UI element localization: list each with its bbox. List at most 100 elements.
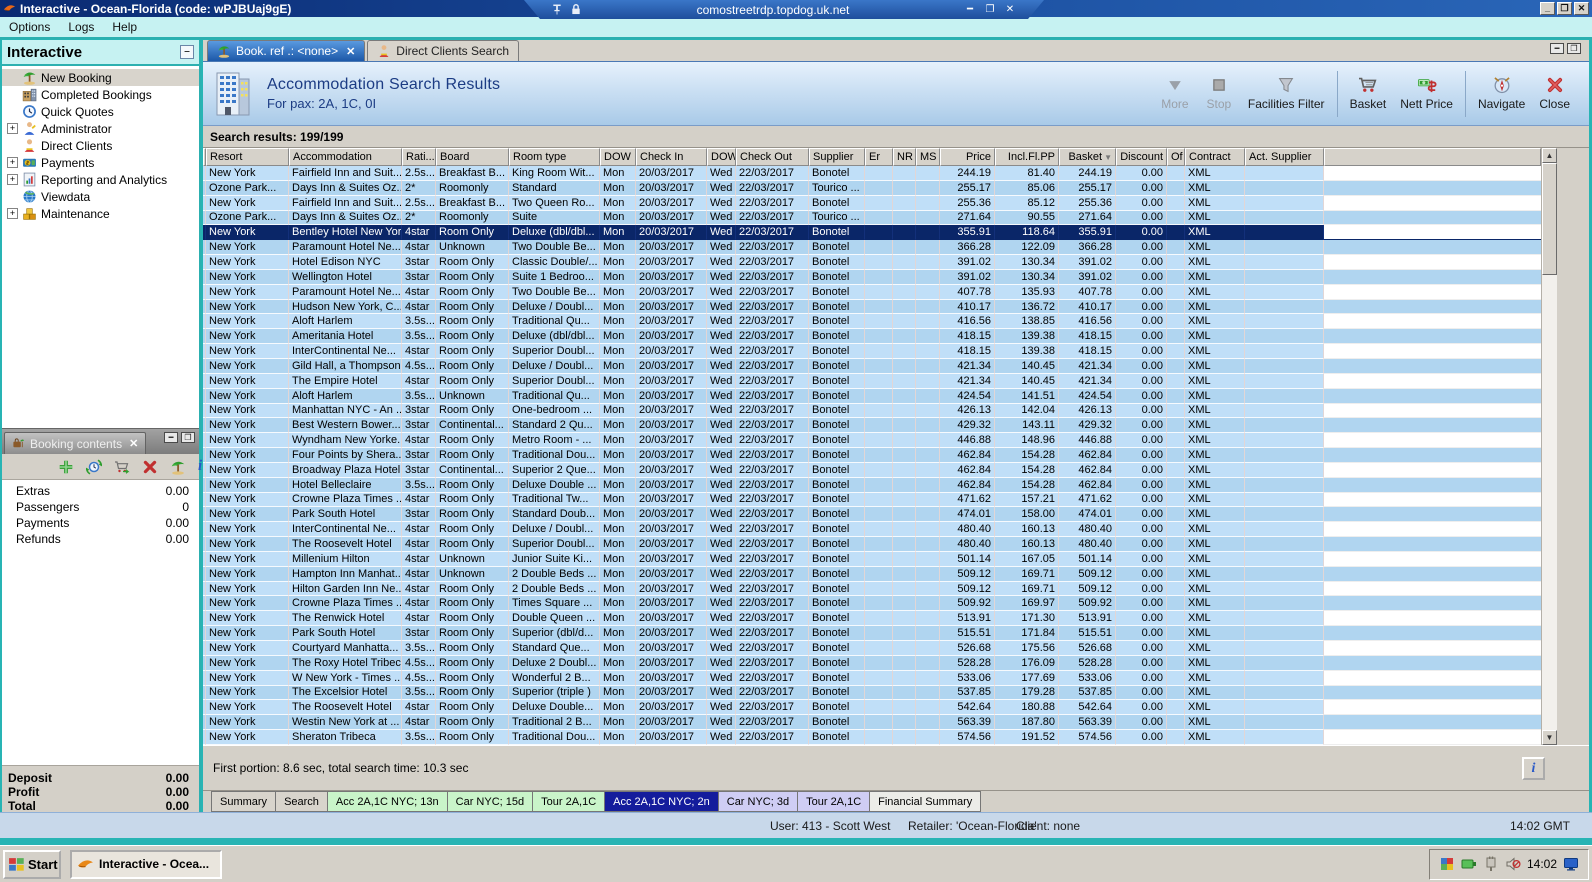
sidebar-item-reporting-and-analytics[interactable]: + Reporting and Analytics	[2, 171, 199, 188]
column-header-nr[interactable]: NR	[893, 148, 916, 166]
scroll-down-icon[interactable]: ▼	[1542, 730, 1557, 745]
table-row[interactable]: New York Paramount Hotel Ne... 4star Room O…	[203, 284, 1541, 300]
rdp-close-button[interactable]: ✕	[1002, 4, 1018, 15]
column-header-act-supplier[interactable]: Act. Supplier	[1245, 148, 1324, 166]
table-row[interactable]: New York Park South Hotel 3star Room Only St…	[203, 507, 1541, 523]
column-header-rati[interactable]: Rati...	[402, 148, 436, 166]
bottom-tab-financial-summary[interactable]: Financial Summary	[869, 791, 982, 812]
table-row[interactable]: New York The Excelsior Hotel 3.5s... Room O…	[203, 685, 1541, 701]
table-row[interactable]: New York Hotel Belleclaire 3.5s... Room Onl…	[203, 477, 1541, 493]
table-row[interactable]: New York The Roxy Hotel Tribeca 4.5s... Roo…	[203, 655, 1541, 671]
table-row[interactable]: New York Hudson New York, C... 4star Room O…	[203, 299, 1541, 315]
table-row[interactable]: New York Hilton Garden Inn Ne... 4star Room…	[203, 581, 1541, 597]
toolbar-nett-price-button[interactable]: Nett Price	[1393, 62, 1460, 125]
pin-icon[interactable]	[550, 3, 564, 16]
bottom-tab-acc-2a-1c-nyc-2n[interactable]: Acc 2A,1C NYC; 2n	[604, 791, 719, 812]
table-row[interactable]: New York Park South Hotel 3star Room Only Su…	[203, 626, 1541, 641]
table-row[interactable]: New York InterContinental Ne... 4star Room …	[203, 522, 1541, 538]
sidebar-item-quick-quotes[interactable]: Quick Quotes	[2, 103, 199, 120]
table-row[interactable]: New York Wyndham New Yorke... 4star Room On…	[203, 433, 1541, 449]
refresh-icon[interactable]	[86, 458, 102, 475]
tab-close-icon[interactable]: ✕	[346, 45, 355, 58]
column-header-er[interactable]: Er	[865, 148, 893, 166]
tab-book-ref-none[interactable]: Book. ref .: <none> ✕	[207, 40, 366, 61]
table-row[interactable]: New York Aloft Harlem 3.5s... Unknown Tradit…	[203, 388, 1541, 404]
column-header-accommodation[interactable]: Accommodation	[289, 148, 402, 166]
bottom-tab-tour-2a-1c[interactable]: Tour 2A,1C	[797, 791, 871, 812]
bottom-tab-car-nyc-15d[interactable]: Car NYC; 15d	[446, 791, 534, 812]
column-header-room-type[interactable]: Room type	[509, 148, 600, 166]
volume-muted-tray-icon[interactable]	[1505, 856, 1521, 872]
column-header-contract[interactable]: Contract	[1185, 148, 1245, 166]
hardware-tray-icon[interactable]	[1483, 856, 1499, 872]
antivirus-tray-icon[interactable]	[1439, 856, 1455, 872]
column-header-resort[interactable]: Resort	[206, 148, 289, 166]
column-header-dow[interactable]: DOW	[600, 148, 636, 166]
sidebar-item-new-booking[interactable]: New Booking	[2, 69, 199, 86]
column-header-price[interactable]: Price	[940, 148, 995, 166]
vertical-scrollbar[interactable]: ▲ ▼	[1541, 148, 1557, 745]
sidebar-item-maintenance[interactable]: + Maintenance	[2, 205, 199, 222]
table-row[interactable]: Ozone Park... Days Inn & Suites Oz... 2* Ro…	[203, 180, 1541, 196]
column-header-supplier[interactable]: Supplier	[809, 148, 865, 166]
start-button[interactable]: Start	[3, 849, 61, 879]
basket-move-icon[interactable]	[114, 459, 130, 475]
booking-contents-maximize-button[interactable]: ❐	[181, 432, 195, 443]
table-row[interactable]: New York Crowne Plaza Times ... 4star Room …	[203, 492, 1541, 508]
table-row[interactable]: New York Wellington Hotel 3star Room Only Su…	[203, 269, 1541, 285]
table-row[interactable]: New York The Empire Hotel 4star Room Only Su…	[203, 373, 1541, 389]
toolbar-basket-button[interactable]: Basket	[1343, 62, 1394, 125]
scroll-up-icon[interactable]: ▲	[1542, 148, 1557, 163]
sidebar-item-direct-clients[interactable]: Direct Clients	[2, 137, 199, 154]
toolbar-facilities-filter-button[interactable]: Facilities Filter	[1241, 62, 1332, 125]
expand-icon[interactable]: +	[7, 174, 18, 185]
toolbar-navigate-button[interactable]: Navigate	[1471, 62, 1532, 125]
sidebar-item-completed-bookings[interactable]: Completed Bookings	[2, 86, 199, 103]
menu-logs[interactable]: Logs	[59, 17, 103, 37]
table-row[interactable]: New York Courtyard Manhatta... 3.5s... Room…	[203, 641, 1541, 656]
bottom-tab-search[interactable]: Search	[275, 791, 328, 812]
panel-minimize-button[interactable]: ━	[1550, 43, 1564, 54]
menu-help[interactable]: Help	[103, 17, 146, 37]
table-row[interactable]: New York Crowne Plaza Times ... 4star Room …	[203, 596, 1541, 612]
bottom-tab-acc-2a-1c-nyc-13n[interactable]: Acc 2A,1C NYC; 13n	[326, 791, 448, 812]
tray-clock[interactable]: 14:02	[1527, 857, 1557, 871]
network-tray-icon[interactable]	[1461, 856, 1477, 872]
rdp-restore-button[interactable]: ❐	[982, 4, 998, 15]
table-row[interactable]: New York Four Points by Shera... 3star Room…	[203, 448, 1541, 463]
table-row[interactable]: New York Aloft Harlem 3.5s... Room Only Trad…	[203, 314, 1541, 330]
info-icon[interactable]: i	[198, 458, 202, 475]
table-row[interactable]: New York Manhattan NYC - An ... 3star Room …	[203, 403, 1541, 419]
palm-icon[interactable]	[170, 459, 186, 475]
bottom-tab-tour-2a-1c[interactable]: Tour 2A,1C	[532, 791, 606, 812]
column-header-board[interactable]: Board	[436, 148, 509, 166]
sidebar-collapse-button[interactable]: –	[180, 45, 194, 59]
booking-contents-tab[interactable]: Booking contents ✕	[4, 432, 147, 454]
scrollbar-thumb[interactable]	[1542, 163, 1557, 275]
column-header-check-out[interactable]: Check Out	[736, 148, 809, 166]
toolbar-stop-button[interactable]: Stop	[1197, 62, 1241, 125]
expand-icon[interactable]: +	[7, 157, 18, 168]
rdp-minimize-button[interactable]: ━	[962, 4, 978, 15]
toolbar-close-button[interactable]: Close	[1532, 62, 1577, 125]
bottom-tab-summary[interactable]: Summary	[211, 791, 277, 812]
booking-contents-minimize-button[interactable]: ━	[164, 432, 178, 443]
table-row[interactable]: New York Paramount Hotel Ne... 4star Unknow…	[203, 240, 1541, 256]
column-header-check-in[interactable]: Check In	[636, 148, 707, 166]
table-row[interactable]: New York Hampton Inn Manhat... 4star Unknow…	[203, 566, 1541, 582]
expand-icon[interactable]: +	[7, 123, 18, 134]
add-icon[interactable]	[58, 459, 74, 475]
table-row[interactable]: New York Best Western Bower... 3star Contin…	[203, 418, 1541, 434]
column-header-of[interactable]: Of	[1167, 148, 1185, 166]
menu-options[interactable]: Options	[0, 17, 59, 37]
table-row[interactable]: New York Millenium Hilton 4star Unknown Juni…	[203, 551, 1541, 567]
sidebar-item-administrator[interactable]: + Administrator	[2, 120, 199, 137]
table-row[interactable]: New York The Roosevelt Hotel 4star Room Onl…	[203, 700, 1541, 716]
column-header-discount[interactable]: Discount	[1116, 148, 1167, 166]
table-row[interactable]: Ozone Park... Days Inn & Suites Oz... 2* Ro…	[203, 210, 1541, 226]
bottom-tab-car-nyc-3d[interactable]: Car NYC; 3d	[717, 791, 799, 812]
table-row[interactable]: New York Sheraton Tribeca 3.5s... Room Only…	[203, 730, 1541, 745]
tab-direct-clients-search[interactable]: Direct Clients Search	[367, 40, 520, 61]
table-row[interactable]: New York Gild Hall, a Thompson... 4.5s... R…	[203, 358, 1541, 374]
sidebar-item-viewdata[interactable]: Viewdata	[2, 188, 199, 205]
